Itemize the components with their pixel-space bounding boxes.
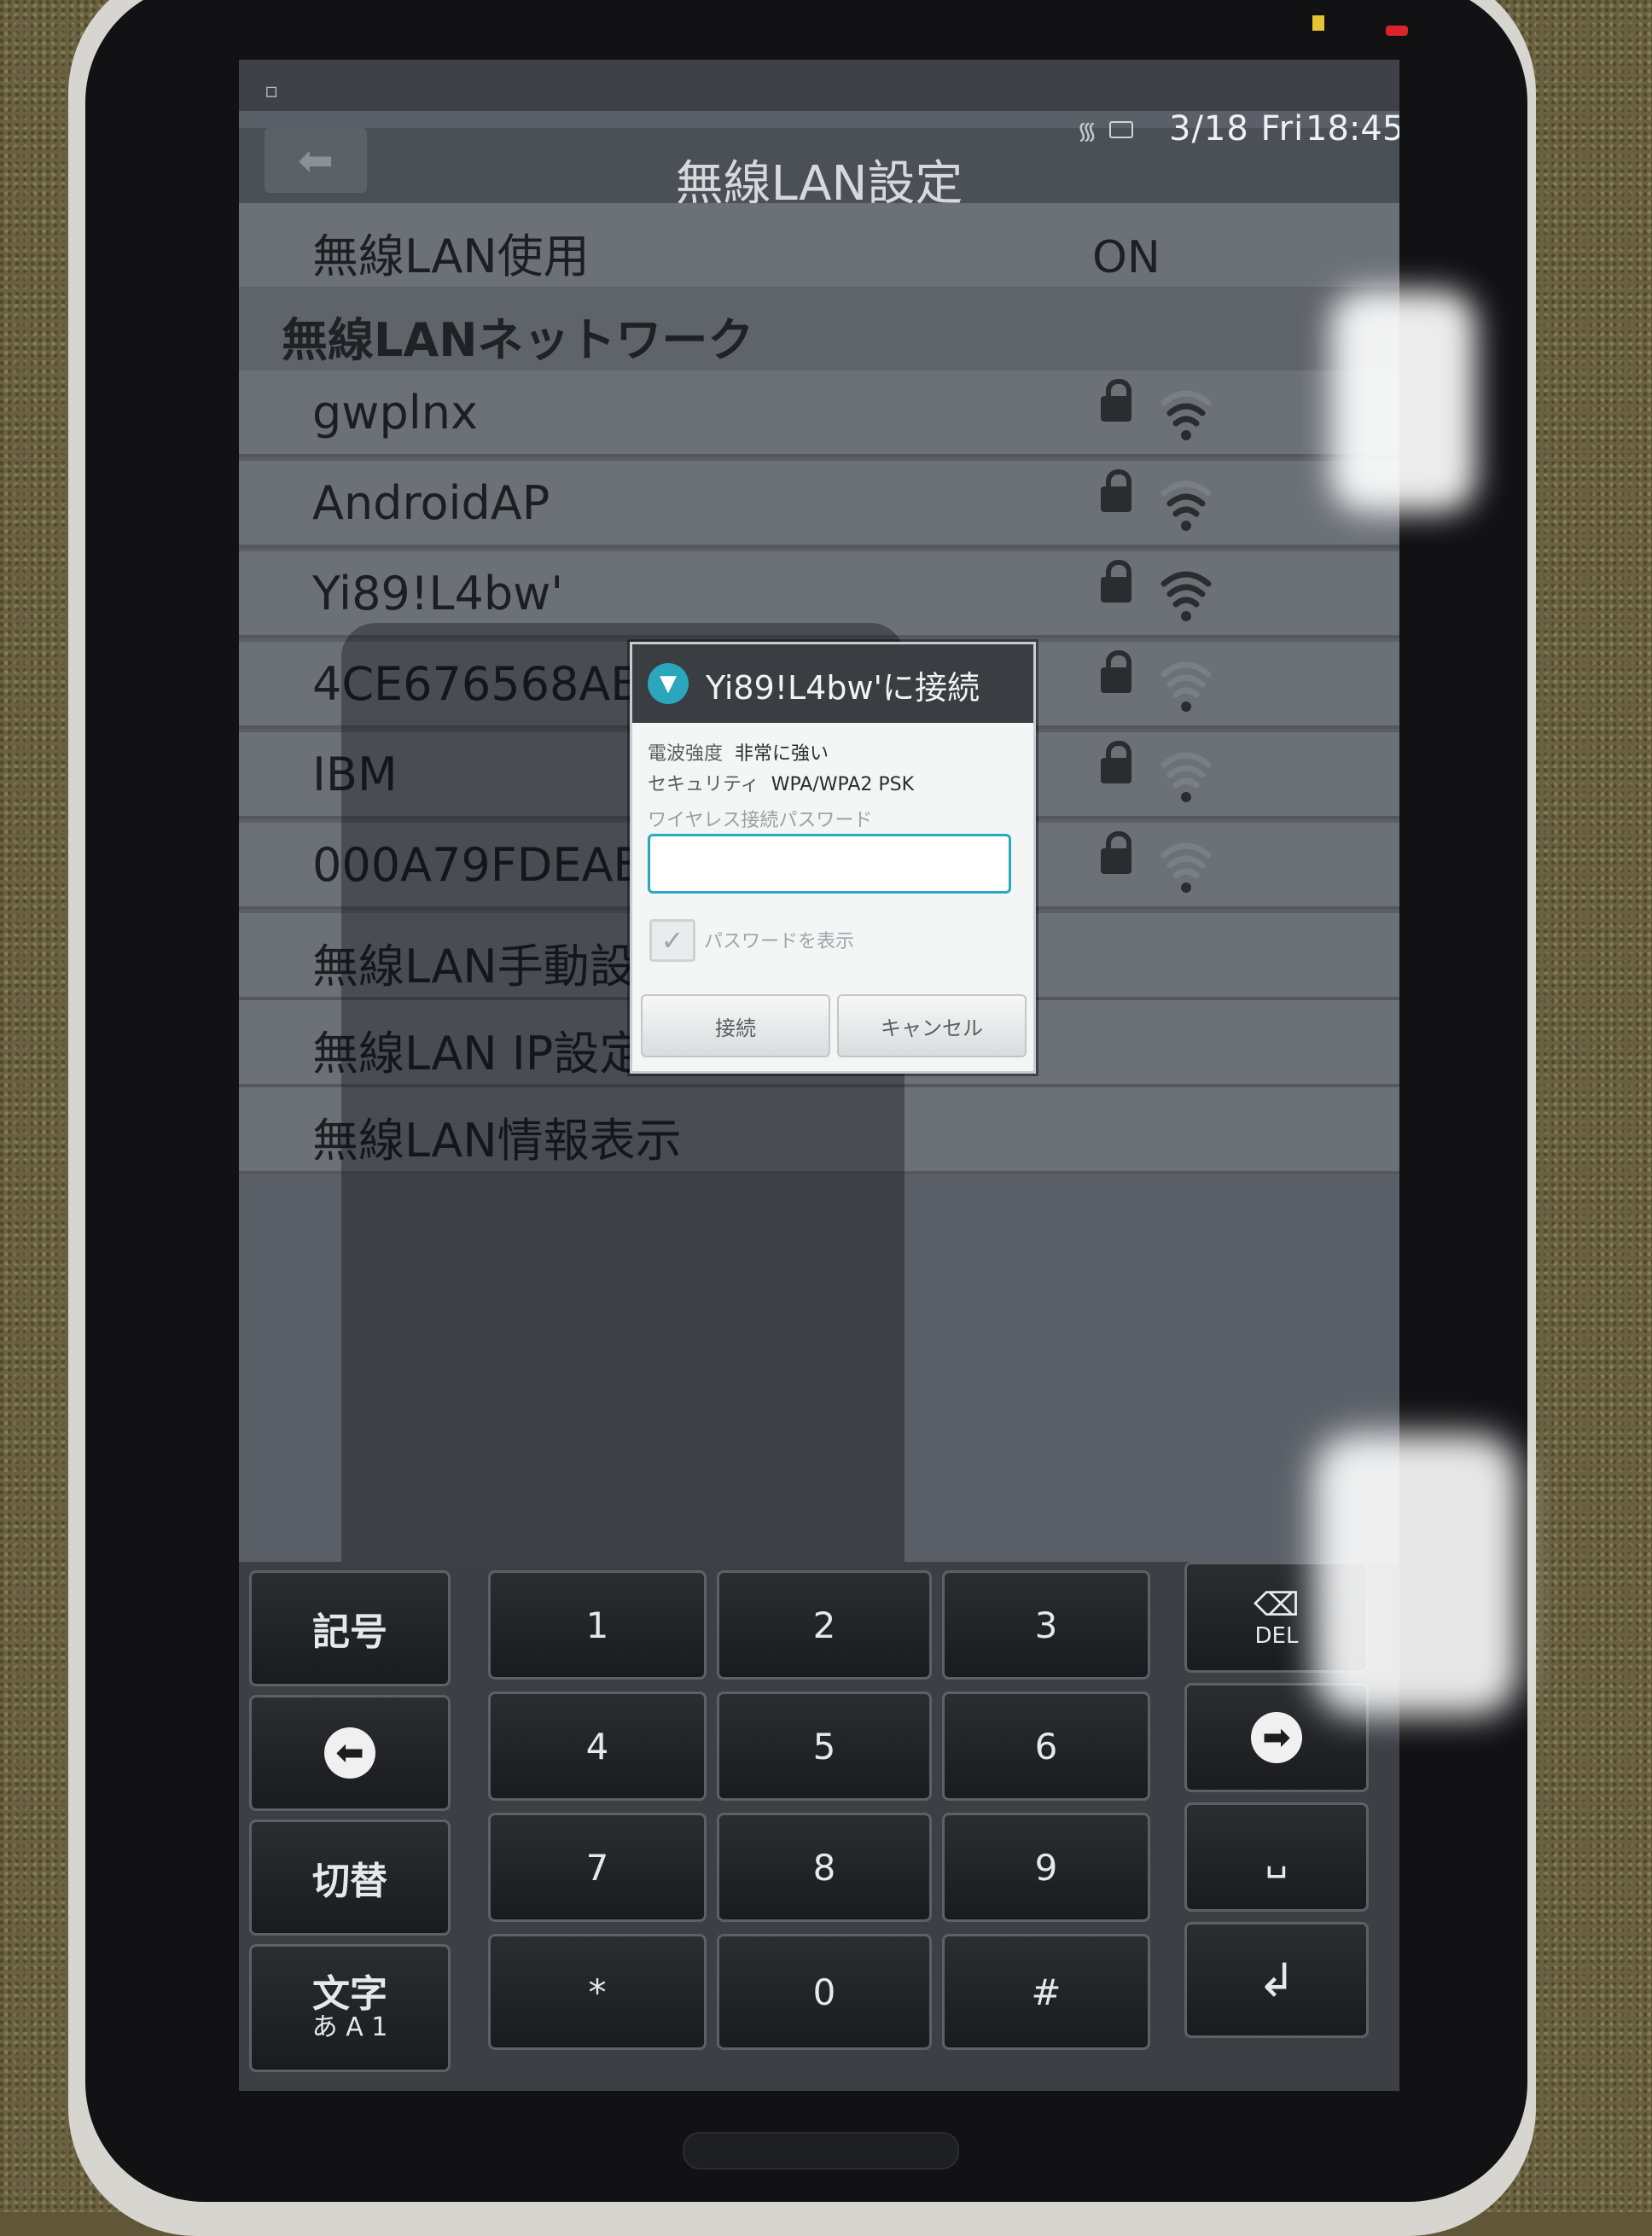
screen: ▫ ⬅ 無線LAN設定 ᯾ 3/18 Fri 18:45 無線LAN使用 ON …	[239, 60, 1399, 2091]
network-name: Yi89!L4bw'	[312, 567, 564, 620]
mode-key-top: 文字	[312, 1972, 387, 2017]
wifi-signal-icon	[1160, 661, 1212, 712]
key-8[interactable]: 8	[717, 1813, 932, 1922]
key-6[interactable]: 6	[942, 1692, 1150, 1801]
space-icon: ␣	[1265, 1836, 1288, 1878]
key-7[interactable]: 7	[488, 1813, 707, 1922]
enter-icon: ↲	[1257, 1953, 1296, 2007]
wifi-toggle-row[interactable]: 無線LAN使用 ON	[239, 203, 1399, 290]
wifi-signal-icon	[1160, 571, 1212, 621]
network-row[interactable]: Yi89!L4bw'	[239, 551, 1399, 638]
show-password-checkbox[interactable]: ✓	[649, 919, 695, 962]
battery-icon	[1109, 121, 1133, 138]
password-input[interactable]	[648, 834, 1011, 894]
cursor-left-key[interactable]: ⬅	[249, 1695, 451, 1811]
light-glare	[1314, 1434, 1519, 1715]
status-date: 3/18 Fri	[1169, 109, 1305, 148]
symbol-key[interactable]: 記号	[249, 1570, 451, 1686]
wifi-signal-icon	[1160, 390, 1212, 440]
status-bar: ▫	[239, 60, 1399, 111]
lock-icon	[1101, 831, 1131, 874]
home-button[interactable]	[683, 2132, 959, 2169]
key-5[interactable]: 5	[717, 1692, 932, 1801]
network-name: 000A79FDEABD	[312, 838, 681, 892]
wifi-signal-icon	[1160, 752, 1212, 802]
numeric-keyboard: 記号 ⬅ 切替 文字 あ A 1 1 2 3 4 5 6 7 8 9 * 0 #…	[239, 1562, 1399, 2091]
lock-icon	[1101, 379, 1131, 422]
indicator-led	[1312, 15, 1324, 31]
network-name: 4CE676568ABE	[312, 657, 672, 711]
key-hash[interactable]: #	[942, 1934, 1150, 2050]
security-value: WPA/WPA2 PSK	[771, 774, 915, 795]
connect-button[interactable]: 接続	[641, 994, 830, 1057]
key-9[interactable]: 9	[942, 1813, 1150, 1922]
status-time: 18:45	[1306, 109, 1399, 148]
signal-label: 電波強度	[648, 743, 724, 765]
security-label: セキュリティ	[648, 774, 759, 795]
key-4[interactable]: 4	[488, 1692, 707, 1801]
network-name: AndroidAP	[312, 476, 550, 530]
notification-icon: ▫	[265, 79, 279, 102]
wifi-dialog-icon: ▼	[648, 663, 689, 704]
lock-icon	[1101, 741, 1131, 783]
dialog-header: ▼ Yi89!L4bw'に接続	[632, 644, 1033, 723]
key-3[interactable]: 3	[942, 1570, 1150, 1680]
wifi-status-icon: ᯾	[1077, 117, 1097, 145]
password-hint: ワイヤレス接続パスワード	[648, 810, 873, 831]
light-glare	[1331, 290, 1476, 512]
cancel-button[interactable]: キャンセル	[837, 994, 1027, 1057]
wifi-toggle-label: 無線LAN使用	[312, 230, 590, 283]
key-asterisk[interactable]: *	[488, 1934, 707, 2050]
input-mode-key[interactable]: 文字 あ A 1	[249, 1944, 451, 2072]
backspace-icon: ⌫	[1254, 1586, 1300, 1623]
key-1[interactable]: 1	[488, 1570, 707, 1680]
network-row[interactable]: AndroidAP	[239, 461, 1399, 548]
menu-item-label: 無線LAN IP設定	[312, 1027, 646, 1080]
arrow-left-icon: ⬅	[324, 1727, 375, 1779]
arrow-right-icon: ➡	[1251, 1712, 1302, 1763]
signal-info: 電波強度 非常に強い	[648, 738, 829, 766]
delete-key-label: DEL	[1254, 1623, 1299, 1649]
lock-icon	[1101, 560, 1131, 603]
camera-led	[1386, 26, 1408, 36]
enter-key[interactable]: ↲	[1184, 1922, 1369, 2038]
lock-icon	[1101, 469, 1131, 512]
menu-item-label: 無線LAN手動設定	[312, 940, 682, 993]
network-name: IBM	[312, 748, 398, 801]
wifi-signal-icon	[1160, 842, 1212, 893]
connect-dialog: ▼ Yi89!L4bw'に接続 電波強度 非常に強い セキュリティ WPA/WPA2…	[630, 642, 1036, 1074]
dialog-title: Yi89!L4bw'に接続	[706, 669, 980, 707]
network-name: gwplnx	[312, 386, 478, 440]
wifi-toggle-value: ON	[1092, 232, 1160, 283]
network-row[interactable]: gwplnx	[239, 370, 1399, 457]
key-0[interactable]: 0	[717, 1934, 932, 2050]
menu-item-label: 無線LAN情報表示	[312, 1114, 682, 1167]
show-password-label: パスワードを表示	[704, 931, 855, 952]
signal-value: 非常に強い	[735, 743, 829, 765]
key-2[interactable]: 2	[717, 1570, 932, 1680]
security-info: セキュリティ WPA/WPA2 PSK	[648, 769, 914, 796]
menu-item-info[interactable]: 無線LAN情報表示	[239, 1087, 1399, 1174]
network-section-label: 無線LANネットワーク	[282, 313, 754, 367]
space-key[interactable]: ␣	[1184, 1802, 1369, 1912]
mode-key-bottom: あ A 1	[311, 2012, 388, 2043]
switch-key[interactable]: 切替	[249, 1820, 451, 1936]
wifi-signal-icon	[1160, 480, 1212, 531]
lock-icon	[1101, 650, 1131, 693]
network-section-header: 無線LANネットワーク	[239, 287, 1399, 374]
